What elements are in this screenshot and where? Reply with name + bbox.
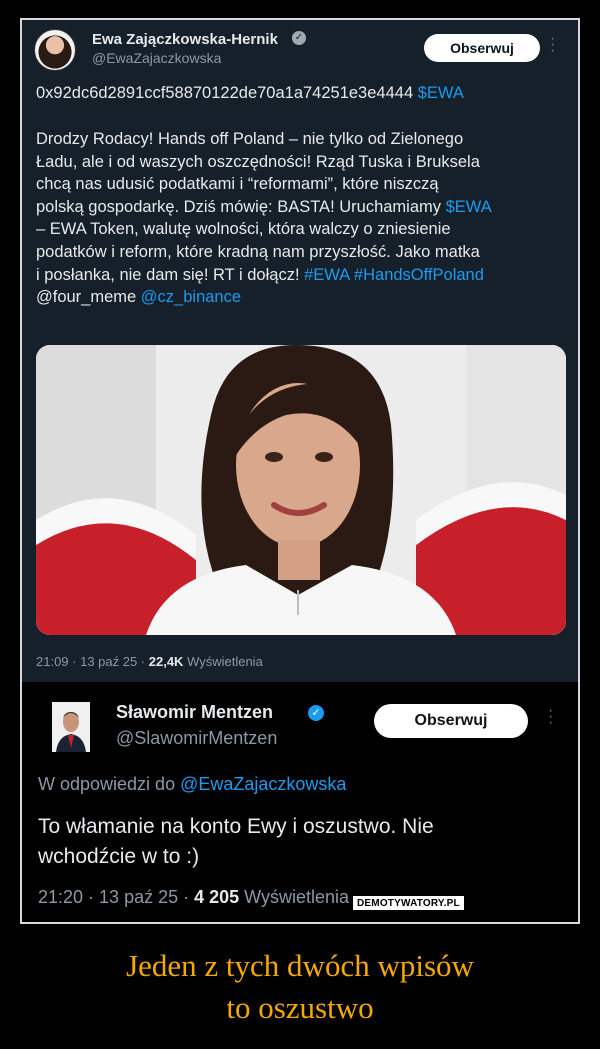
tweet-line: podatków i reform, które kradną nam przy… <box>36 242 480 261</box>
caption-line-2: to oszustwo <box>226 990 374 1025</box>
cashtag-link[interactable]: $EWA <box>446 198 492 216</box>
more-options-icon[interactable]: · · · <box>550 31 555 59</box>
views-label: Wyświetlenia <box>183 654 263 669</box>
tweet-line: i posłanka, nie dam się! RT i dołącz! #E… <box>36 265 484 284</box>
tweet-text: To włamanie na konto Ewy i oszustwo. Nie… <box>38 812 568 872</box>
tweet-mentzen: Sławomir Mentzen ✓ @SlawomirMentzen Obse… <box>22 682 578 922</box>
tweet-line: To włamanie na konto Ewy i oszustwo. Nie <box>38 815 434 838</box>
author-handle[interactable]: @SlawomirMentzen <box>116 728 277 749</box>
author-name[interactable]: Sławomir Mentzen <box>116 702 273 723</box>
mention-link[interactable]: @EwaZajaczkowska <box>180 774 346 794</box>
caption-line-1: Jeden z tych dwóch wpisów <box>126 948 474 983</box>
verified-badge-icon: ✓ <box>308 705 324 721</box>
follow-button[interactable]: Obserwuj <box>374 704 528 738</box>
follow-button[interactable]: Obserwuj <box>424 34 540 62</box>
views-label: Wyświetlenia <box>239 887 350 907</box>
timestamp[interactable]: 21:09 · 13 paź 25 · <box>36 654 149 669</box>
tweet-meta: 21:09 · 13 paź 25 · 22,4K Wyświetlenia <box>36 654 263 669</box>
portrait-image <box>36 345 566 635</box>
tweet-photo[interactable] <box>36 345 566 635</box>
tweet-line: – EWA Token, walutę wolności, która walc… <box>36 220 451 239</box>
avatar-image <box>52 702 90 752</box>
tweet-line: chcą nas udusić podatkami i “reformami”,… <box>36 175 439 194</box>
tweet-line: wchodźcie w to :) <box>38 845 200 868</box>
tweet-text: Drodzy Rodacy! Hands off Poland – nie ty… <box>36 128 566 309</box>
mention-link[interactable]: @cz_binance <box>141 288 241 306</box>
more-options-icon[interactable]: · · · <box>548 703 553 731</box>
author-name[interactable]: Ewa Zajączkowska-Hernik <box>92 31 278 48</box>
tweet-line: polską gospodarkę. Dziś mówię: BASTA! Ur… <box>36 197 492 216</box>
reply-prefix: W odpowiedzi do <box>38 774 181 794</box>
verified-badge-icon: ✓ <box>292 31 306 45</box>
views-count: 22,4K <box>148 654 184 669</box>
tweet-line: Drodzy Rodacy! Hands off Poland – nie ty… <box>36 130 464 148</box>
author-handle[interactable]: @EwaZajaczkowska <box>92 50 221 66</box>
tweet-ewa: Ewa Zajączkowska-Hernik ✓ @EwaZajaczkows… <box>22 20 578 682</box>
views-count: 4 205 <box>194 887 240 907</box>
reply-context: W odpowiedzi do @EwaZajaczkowska <box>38 774 346 795</box>
tweet-contract-line: 0x92dc6d2891ccf58870122de70a1a74251e3e44… <box>36 84 464 103</box>
avatar[interactable] <box>52 702 90 752</box>
timestamp[interactable]: 21:20 · 13 paź 25 · <box>38 887 194 907</box>
contract-address: 0x92dc6d2891ccf58870122de70a1a74251e3e44… <box>36 84 414 102</box>
tweet-meta: 21:20 · 13 paź 25 · 4 205 Wyświetlenia <box>38 887 349 908</box>
demotivator-frame: Ewa Zajączkowska-Hernik ✓ @EwaZajaczkows… <box>20 18 580 924</box>
site-watermark: DEMOTYWATORY.PL <box>352 895 465 911</box>
hashtag-links[interactable]: #EWA #HandsOffPoland <box>304 266 484 284</box>
tweet-line: Ładu, ale i od waszych oszczędności! Rzą… <box>36 152 480 171</box>
avatar[interactable] <box>34 29 76 71</box>
tweet-line: @four_meme @cz_binance <box>36 288 242 307</box>
cashtag-link[interactable]: $EWA <box>418 84 464 102</box>
